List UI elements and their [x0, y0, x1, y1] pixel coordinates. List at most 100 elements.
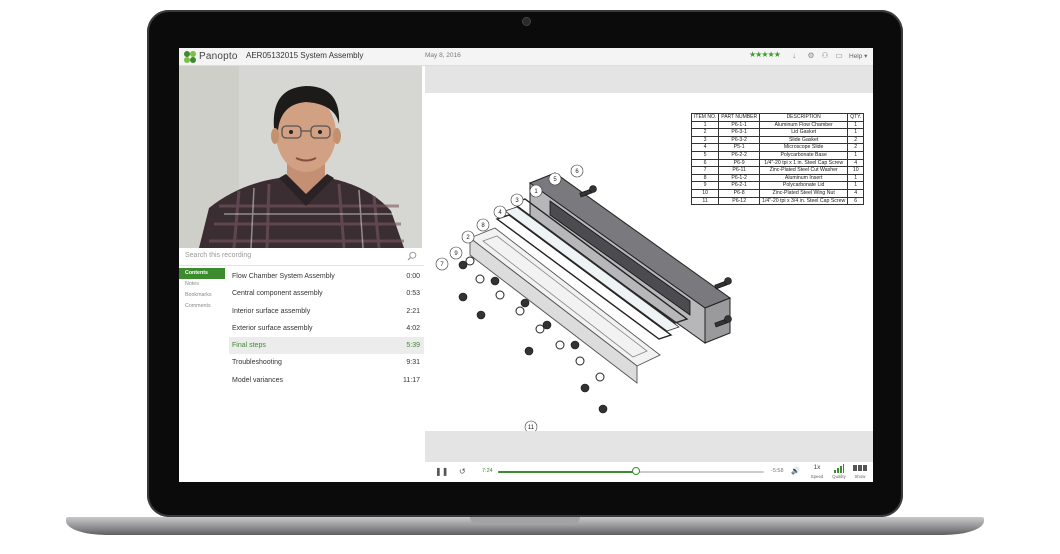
tab-comments[interactable]: Comments	[179, 301, 227, 312]
laptop-notch	[470, 517, 580, 525]
contents-item-time: 4:02	[406, 324, 420, 332]
balloon-7: 7	[435, 257, 449, 271]
search-input[interactable]: Search this recording	[185, 252, 251, 259]
search-icon[interactable]	[407, 251, 417, 261]
balloon-9: 9	[449, 246, 463, 260]
contents-item-time: 2:21	[406, 307, 420, 315]
parts-cell-qty: 1	[847, 181, 865, 190]
tab-contents[interactable]: Contents	[179, 268, 225, 279]
rating-stars[interactable]: ★★★★★	[749, 50, 781, 59]
download-icon[interactable]: ↓	[789, 51, 799, 60]
balloon-5: 5	[548, 172, 562, 186]
balloon-1: 1	[529, 184, 543, 198]
balloon-2: 2	[461, 230, 475, 244]
layout-icon[interactable]	[853, 465, 867, 471]
remaining-time: -5:58	[771, 468, 784, 474]
player-controls: ❚❚ ↺ 7:24 -5:58 🔊 1x Speed Quality Show	[425, 462, 873, 482]
contents-item-time: 0:00	[406, 273, 420, 280]
contents-item-label: Troubleshooting	[232, 359, 282, 367]
parts-cell-description: Aluminum Insert	[759, 173, 849, 183]
seek-handle[interactable]	[632, 467, 641, 475]
parts-cell-description: Zinc-Plated Steel Wing Nut	[759, 188, 849, 198]
parts-table-row: 11 P6-12 1/4"-20 tpi x 3/4 in. Steel Cap S…	[690, 196, 865, 206]
parts-table-row: 8 P6-1-2 Aluminum Insert 1	[690, 173, 865, 183]
screen: Panopto AER05132015 System Assembly May …	[179, 48, 873, 482]
contents-item-time: 0:53	[406, 290, 420, 298]
presenter-video[interactable]	[179, 66, 422, 248]
side-tabs: Contents Notes Bookmarks Comments	[179, 268, 227, 312]
parts-table-row: 3 P6-3-2 Slide Gasket 2	[690, 135, 865, 145]
share-icon[interactable]: ⚇	[820, 51, 830, 60]
top-bar: Panopto AER05132015 System Assembly May …	[179, 48, 873, 66]
slide-viewer[interactable]: 1 2 3 4 5 6 7 8 9 10 11 ITEM NO.	[425, 66, 873, 462]
pause-icon[interactable]: ❚❚	[435, 467, 448, 476]
contents-item-active[interactable]: Final steps 5:39	[229, 337, 424, 355]
window-icon[interactable]: ▭	[834, 51, 844, 60]
parts-cell-description: Aluminum Flow Chamber	[759, 120, 849, 130]
recording-date: May 8, 2016	[425, 52, 461, 59]
parts-cell-qty: 2	[847, 143, 865, 152]
parts-table-row: 1 P6-1-1 Aluminum Flow Chamber 1	[690, 120, 865, 130]
balloon-3: 3	[510, 193, 524, 207]
contents-item-label: Model variances	[232, 376, 283, 384]
parts-cell-qty: 1	[847, 150, 865, 160]
contents-item[interactable]: Model variances 11:17	[229, 372, 424, 389]
parts-cell-part-number: P6-1-1	[718, 120, 761, 130]
seek-bar[interactable]	[498, 467, 764, 475]
parts-cell-qty: 1	[847, 128, 865, 137]
parts-cell-item-no: 11	[690, 196, 720, 206]
panopto-logo-icon	[184, 50, 196, 63]
parts-table: ITEM NO. PART NUMBER DESCRIPTION QTY. 1P…	[690, 113, 865, 206]
parts-cell-description: Zinc-Plated Steel Cut Washer	[759, 166, 849, 175]
left-panel: Search this recording Contents Notes Boo…	[179, 248, 424, 482]
search-bar[interactable]: Search this recording	[179, 248, 424, 266]
panopto-logo[interactable]: Panopto	[184, 50, 238, 63]
parts-table-row: 10 P6-8 Zinc-Plated Steel Wing Nut 4	[690, 188, 865, 198]
tab-notes[interactable]: Notes	[179, 279, 227, 290]
parts-cell-part-number: P6-11	[718, 166, 761, 175]
contents-item-label: Interior surface assembly	[232, 307, 311, 315]
gear-icon[interactable]: ⚙	[806, 51, 816, 60]
parts-cell-description: 1/4"-20 tpi x 3/4 in. Steel Cap Screw	[759, 196, 849, 206]
parts-cell-description: Lid Gasket	[759, 128, 849, 137]
parts-cell-item-no: 3	[690, 135, 720, 145]
parts-cell-part-number: P6-9	[718, 158, 761, 168]
contents-item-label: Final steps	[232, 342, 266, 350]
parts-cell-part-number: P6-3-1	[718, 128, 761, 137]
parts-cell-qty: 2	[847, 135, 865, 145]
header-part-number: PART NUMBER	[718, 113, 761, 122]
parts-table-row: 6 P6-9 1/4"-20 tpi x 1 in. Steel Cap Screw…	[690, 158, 865, 168]
contents-item[interactable]: Central component assembly 0:53	[229, 285, 424, 302]
contents-item-label: Exterior surface assembly	[232, 324, 313, 332]
parts-cell-qty: 4	[847, 188, 865, 198]
speed-value[interactable]: 1x	[810, 464, 824, 471]
parts-cell-description: Microscope Slide	[759, 143, 849, 152]
contents-item[interactable]: Troubleshooting 9:31	[229, 354, 424, 371]
contents-item-label: Flow Chamber System Assembly	[232, 273, 335, 280]
rewind-icon[interactable]: ↺	[459, 467, 466, 476]
help-menu[interactable]: Help ▾	[849, 52, 867, 60]
parts-cell-part-number: P6-8	[718, 188, 761, 198]
parts-cell-item-no: 9	[690, 181, 720, 190]
volume-icon[interactable]: 🔊	[791, 467, 800, 475]
parts-cell-item-no: 5	[690, 150, 720, 160]
contents-item[interactable]: Flow Chamber System Assembly 0:00	[229, 268, 424, 285]
parts-cell-part-number: P6-1-2	[718, 173, 761, 183]
contents-item-label: Central component assembly	[232, 290, 323, 298]
quality-icon[interactable]	[834, 464, 844, 473]
parts-cell-item-no: 4	[690, 143, 720, 152]
parts-table-row: 5 P6-2-2 Polycarbonate Base 1	[690, 150, 865, 160]
contents-item[interactable]: Exterior surface assembly 4:02	[229, 320, 424, 337]
parts-cell-item-no: 8	[690, 173, 720, 183]
parts-table-row: 9 P6-2-1 Polycarbonate Lid 1	[690, 181, 865, 190]
tab-bookmarks[interactable]: Bookmarks	[179, 290, 227, 301]
parts-cell-qty: 4	[847, 158, 865, 168]
contents-item[interactable]: Interior surface assembly 2:21	[229, 303, 424, 320]
parts-cell-item-no: 2	[690, 128, 720, 137]
parts-table-row: 7 P6-11 Zinc-Plated Steel Cut Washer 10	[690, 166, 865, 175]
balloon-11: 11	[524, 420, 538, 431]
parts-cell-part-number: P6-12	[718, 196, 761, 206]
balloon-number: 11	[528, 425, 535, 431]
contents-item-time: 9:31	[406, 359, 420, 367]
parts-cell-description: 1/4"-20 tpi x 1 in. Steel Cap Screw	[759, 158, 849, 168]
